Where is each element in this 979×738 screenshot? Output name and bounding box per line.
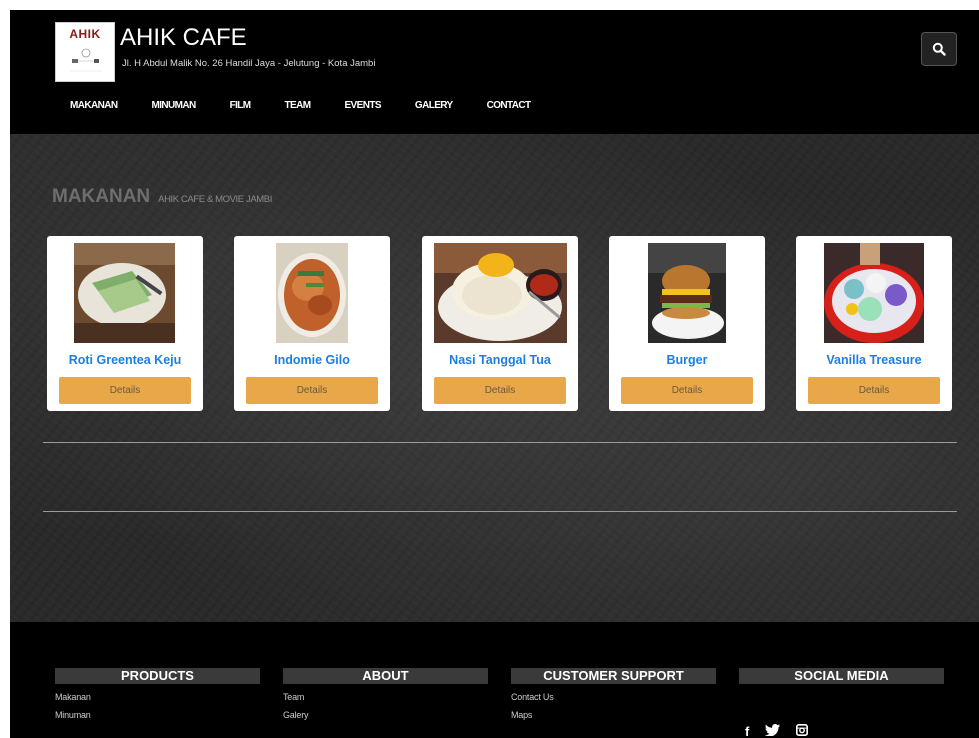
site-header: AHIK AHIK CAFE Jl. H Abdul Malik No. 26 …	[10, 10, 979, 134]
product-name[interactable]: Roti Greentea Keju	[47, 353, 203, 367]
main-nav: MAKANAN MINUMAN FILM TEAM EVENTS GALERY …	[70, 100, 565, 111]
footer-column-social-media: SOCIAL MEDIA	[739, 668, 944, 684]
site-title: AHIK CAFE	[120, 24, 247, 51]
product-image-nasi-tanggal-tua[interactable]	[434, 243, 567, 343]
logo-icon	[70, 48, 102, 72]
page-frame: AHIK AHIK CAFE Jl. H Abdul Malik No. 26 …	[10, 10, 979, 738]
nav-item-contact[interactable]: CONTACT	[487, 100, 532, 111]
nav-item-minuman[interactable]: MINUMAN	[151, 100, 196, 111]
product-card: Burger Details	[609, 236, 765, 411]
footer-column-about: ABOUT Team Galery	[283, 668, 488, 720]
footer-link-team[interactable]: Team	[283, 692, 488, 702]
logo-text: AHIK	[69, 27, 101, 41]
product-name[interactable]: Indomie Gilo	[234, 353, 390, 367]
footer-column-products: PRODUCTS Makanan Minuman	[55, 668, 260, 720]
details-button[interactable]: Details	[808, 377, 940, 404]
divider	[43, 511, 957, 512]
main-content: MAKANAN AHIK CAFE & MOVIE JAMBI Roti Gre…	[10, 134, 979, 622]
site-logo[interactable]: AHIK	[55, 22, 115, 82]
product-card: Indomie Gilo Details	[234, 236, 390, 411]
facebook-icon[interactable]: f	[745, 724, 749, 738]
product-image-vanilla-treasure[interactable]	[824, 243, 924, 343]
footer-column-customer-support: CUSTOMER SUPPORT Contact Us Maps	[511, 668, 716, 720]
nav-item-film[interactable]: FILM	[230, 100, 252, 111]
site-footer: PRODUCTS Makanan Minuman ABOUT Team Gale…	[10, 622, 979, 738]
search-button[interactable]	[921, 32, 957, 66]
product-card: Vanilla Treasure Details	[796, 236, 952, 411]
twitter-icon[interactable]	[765, 724, 781, 738]
site-address: Jl. H Abdul Malik No. 26 Handil Jaya - J…	[122, 58, 376, 69]
section-title: MAKANAN	[52, 186, 151, 207]
instagram-icon[interactable]	[796, 724, 809, 738]
section-heading: MAKANAN AHIK CAFE & MOVIE JAMBI	[52, 186, 272, 208]
footer-link-minuman[interactable]: Minuman	[55, 710, 260, 720]
product-name[interactable]: Vanilla Treasure	[796, 353, 952, 367]
search-icon	[932, 42, 946, 56]
product-card: Roti Greentea Keju Details	[47, 236, 203, 411]
details-button[interactable]: Details	[434, 377, 566, 404]
nav-item-events[interactable]: EVENTS	[344, 100, 381, 111]
product-name[interactable]: Burger	[609, 353, 765, 367]
product-card: Nasi Tanggal Tua Details	[422, 236, 578, 411]
product-image-burger[interactable]	[648, 243, 726, 343]
footer-link-makanan[interactable]: Makanan	[55, 692, 260, 702]
section-subtitle: AHIK CAFE & MOVIE JAMBI	[158, 194, 272, 205]
social-links: f	[745, 724, 809, 738]
divider	[43, 442, 957, 443]
footer-heading: SOCIAL MEDIA	[739, 668, 944, 684]
footer-link-galery[interactable]: Galery	[283, 710, 488, 720]
footer-heading: CUSTOMER SUPPORT	[511, 668, 716, 684]
details-button[interactable]: Details	[246, 377, 378, 404]
nav-item-team[interactable]: TEAM	[285, 100, 312, 111]
product-name[interactable]: Nasi Tanggal Tua	[422, 353, 578, 367]
product-image-indomie-gilo[interactable]	[276, 243, 348, 343]
details-button[interactable]: Details	[621, 377, 753, 404]
footer-link-contact-us[interactable]: Contact Us	[511, 692, 716, 702]
product-image-roti-greentea[interactable]	[74, 243, 175, 343]
footer-heading: PRODUCTS	[55, 668, 260, 684]
nav-item-makanan[interactable]: MAKANAN	[70, 100, 118, 111]
details-button[interactable]: Details	[59, 377, 191, 404]
nav-item-galery[interactable]: GALERY	[415, 100, 453, 111]
footer-link-maps[interactable]: Maps	[511, 710, 716, 720]
footer-heading: ABOUT	[283, 668, 488, 684]
